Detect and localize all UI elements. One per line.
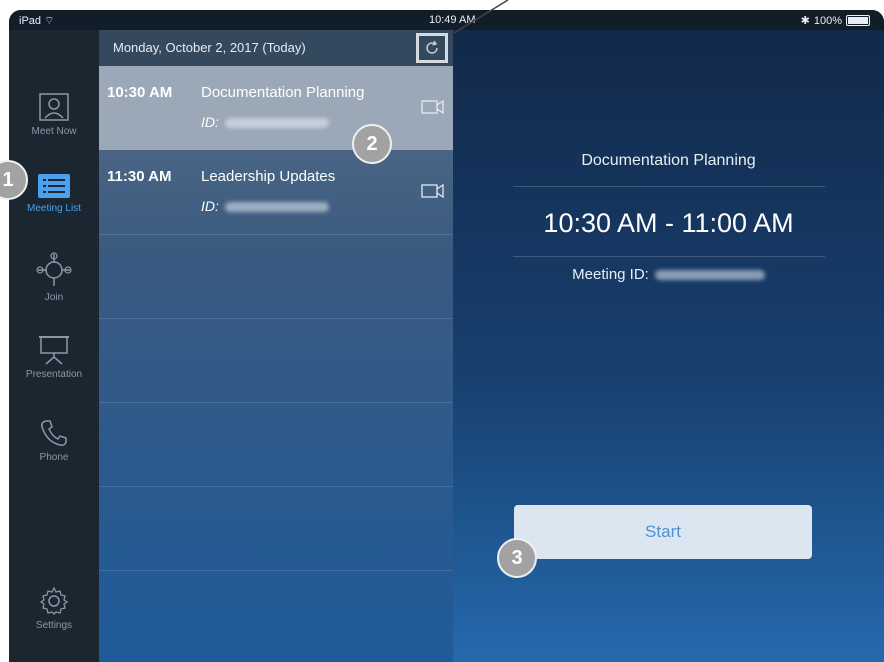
rail-item-meet-now[interactable]: Meet Now [9, 92, 99, 162]
detail-meeting-id: Meeting ID: [453, 266, 884, 283]
battery-status: ✱ 100% [801, 14, 870, 27]
callout-badge-2: 2 [352, 124, 392, 164]
meeting-time: 10:30 AM [107, 84, 173, 101]
meeting-list-panel: Monday, October 2, 2017 (Today) 10:30 AM… [99, 30, 453, 662]
rail-label-settings: Settings [35, 620, 73, 631]
rail-item-settings[interactable]: Settings [9, 586, 99, 656]
refresh-icon [426, 40, 438, 54]
gear-icon [39, 586, 69, 615]
rail-label-phone: Phone [39, 452, 69, 463]
rail-label-meeting-list: Meeting List [27, 203, 81, 214]
phone-icon [41, 420, 67, 446]
row-divider [99, 318, 453, 319]
presentation-icon [39, 336, 69, 365]
meeting-id: ID: [201, 198, 329, 214]
device-name: iPad [19, 15, 42, 27]
join-icon [36, 252, 72, 286]
meeting-id-label: ID: [201, 114, 219, 130]
nav-rail: Meet Now Meeting List Join Presentation … [9, 30, 99, 662]
detail-divider [513, 256, 825, 257]
rail-label-join: Join [44, 292, 64, 303]
callout-pointer-line [453, 0, 509, 34]
meeting-row-selected[interactable]: 10:30 AM Documentation Planning ID: [99, 66, 453, 150]
list-icon [38, 174, 70, 198]
detail-divider [513, 186, 825, 187]
row-divider [99, 402, 453, 403]
meeting-row[interactable]: 11:30 AM Leadership Updates ID: [99, 150, 453, 234]
bluetooth-icon: ✱ [800, 15, 810, 27]
blurred-id [224, 118, 329, 129]
detail-title: Documentation Planning [581, 152, 756, 169]
video-icon[interactable] [421, 184, 445, 198]
battery-percent: 100% [813, 14, 842, 27]
rail-item-join[interactable]: Join [9, 252, 99, 322]
rail-label-meet-now: Meet Now [31, 126, 77, 137]
person-icon [39, 93, 69, 121]
rail-item-phone[interactable]: Phone [9, 418, 99, 488]
list-header: Monday, October 2, 2017 (Today) [99, 30, 453, 66]
detail-time-range: 10:30 AM - 11:00 AM [543, 208, 794, 238]
wifi-icon: ⌔ [44, 15, 55, 27]
detail-meeting-id-label: Meeting ID: [572, 266, 649, 283]
ipad-screen: iPad ⌔ 10:49 AM ✱ 100% Meet Now Meeting [9, 10, 884, 662]
row-divider [99, 570, 453, 571]
video-icon[interactable] [421, 100, 445, 114]
meeting-title: Leadership Updates [201, 168, 336, 185]
row-divider [99, 234, 453, 235]
row-divider [99, 486, 453, 487]
meeting-id-label: ID: [201, 198, 219, 214]
date-header: Monday, October 2, 2017 (Today) [113, 40, 306, 55]
meeting-id: ID: [201, 114, 329, 130]
blurred-id [654, 270, 765, 281]
meeting-title: Documentation Planning [201, 84, 365, 101]
battery-icon [846, 15, 870, 26]
device-label: iPad ⌔ [19, 14, 54, 28]
rail-label-presentation: Presentation [25, 369, 83, 380]
meeting-time: 11:30 AM [107, 168, 172, 185]
start-button[interactable]: Start [514, 505, 812, 559]
blurred-id [224, 202, 329, 213]
refresh-button[interactable] [416, 33, 448, 63]
rail-item-presentation[interactable]: Presentation [9, 335, 99, 405]
callout-badge-3: 3 [497, 538, 537, 578]
